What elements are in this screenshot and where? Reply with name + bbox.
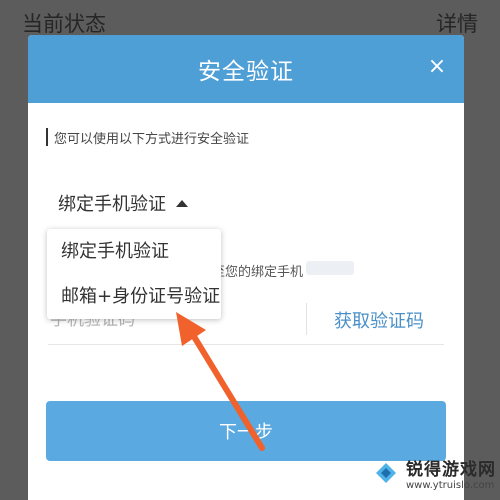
dialog-title: 安全验证 [198, 59, 294, 85]
input-underline [48, 344, 444, 345]
phone-hint-text: 至您的绑定手机 [212, 265, 304, 280]
input-divider [306, 303, 307, 335]
watermark-url: www.ytruislo.com [406, 480, 495, 491]
description-bar [46, 128, 48, 146]
watermark-name: 锐得游戏网 [406, 460, 496, 480]
description-text: 您可以使用以下方式进行安全验证 [54, 131, 250, 147]
dropdown-option-email-id[interactable]: 邮箱+身份证号验证 [47, 274, 221, 319]
details-link[interactable]: 详情 [436, 8, 478, 38]
masked-phone-number [306, 261, 354, 275]
close-icon[interactable]: × [426, 56, 448, 78]
logo-icon [372, 459, 400, 487]
dialog-description: 您可以使用以下方式进行安全验证 [46, 128, 250, 147]
selected-method-label: 绑定手机验证 [58, 194, 166, 215]
watermark: 锐得游戏网 www.ytruislo.com [366, 446, 500, 500]
current-status-label: 当前状态 [22, 12, 106, 36]
caret-up-icon [176, 199, 188, 207]
method-dropdown-menu: 绑定手机验证 邮箱+身份证号验证 [47, 229, 221, 319]
dialog-header: 安全验证 × [28, 35, 464, 103]
verification-method-select[interactable]: 绑定手机验证 [58, 190, 188, 216]
dropdown-option-phone[interactable]: 绑定手机验证 [47, 229, 221, 274]
get-code-button[interactable]: 获取验证码 [334, 307, 424, 333]
